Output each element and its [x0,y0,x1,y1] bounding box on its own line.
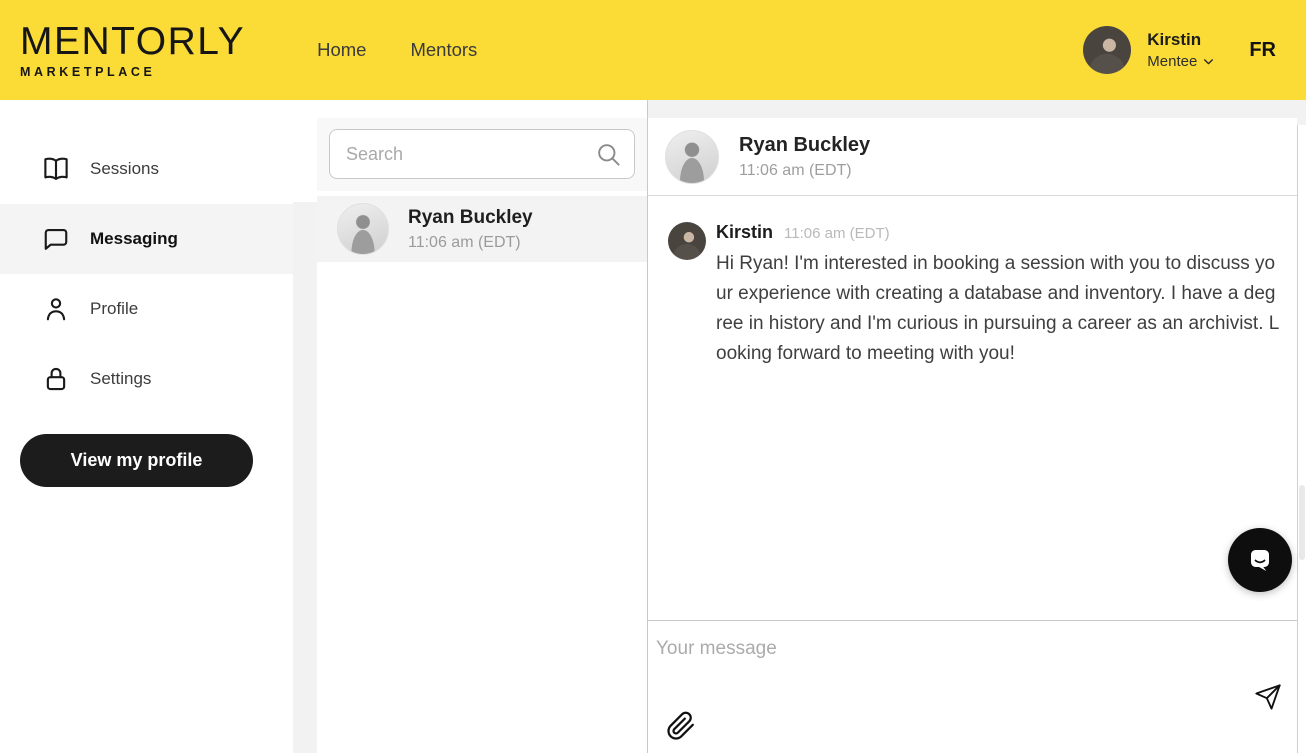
search-panel [317,118,647,191]
header-user-area: Kirstin Mentee FR [1083,26,1290,74]
conversation-name: Ryan Buckley [408,207,533,229]
mentorly-logo[interactable]: MENTORLY MARKETPLACE [20,22,245,79]
app-header: MENTORLY MARKETPLACE Home Mentors Kirsti… [0,0,1306,100]
chat-header-time: 11:06 am (EDT) [739,162,870,180]
message-input[interactable] [648,620,1297,690]
sidebar-label-sessions: Sessions [90,159,159,179]
conversation-item-ryan-buckley[interactable]: Ryan Buckley 11:06 am (EDT) [317,196,647,262]
chat-card: Ryan Buckley 11:06 am (EDT) Kirstin 11:0… [648,118,1297,753]
chevron-down-icon [1202,55,1215,68]
chat-header-avatar [665,130,719,184]
nav-mentors[interactable]: Mentors [410,39,477,61]
sidebar-item-profile[interactable]: Profile [0,274,293,344]
conversation-avatar [337,203,389,255]
chat-bubble-icon [1244,544,1276,576]
view-my-profile-button[interactable]: View my profile [20,434,253,487]
user-name: Kirstin [1147,30,1215,50]
nav-home[interactable]: Home [317,39,366,61]
message-time: 11:06 am (EDT) [784,225,890,242]
sidebar-label-messaging: Messaging [90,229,178,249]
sidebar-menu: Sessions Messaging Profile Settings [0,100,293,414]
logo-subtitle: MARKETPLACE [20,66,245,79]
lock-icon [41,364,71,394]
sidebar-item-settings[interactable]: Settings [0,344,293,414]
chat-panel: Ryan Buckley 11:06 am (EDT) Kirstin 11:0… [647,100,1306,753]
sidebar-item-messaging[interactable]: Messaging [0,204,293,274]
sidebar-item-sessions[interactable]: Sessions [0,134,293,204]
sidebar-label-profile: Profile [90,299,138,319]
chat-header-name: Ryan Buckley [739,134,870,157]
chat-header-info: Ryan Buckley 11:06 am (EDT) [739,134,870,180]
sidebar-label-settings: Settings [90,369,151,389]
language-toggle[interactable]: FR [1249,39,1276,62]
conversation-time: 11:06 am (EDT) [408,234,533,252]
message-composer [648,620,1297,753]
support-chat-launcher[interactable] [1228,528,1292,592]
search-input[interactable] [330,130,634,178]
chat-scrollbar[interactable] [1297,125,1306,753]
message: Kirstin 11:06 am (EDT) Hi Ryan! I'm inte… [648,196,1297,369]
book-icon [41,154,71,184]
person-icon [41,294,71,324]
message-list: Kirstin 11:06 am (EDT) Hi Ryan! I'm inte… [648,196,1297,619]
chat-header: Ryan Buckley 11:06 am (EDT) [648,118,1297,196]
user-avatar[interactable] [1083,26,1131,74]
message-sender: Kirstin [716,222,773,243]
send-icon[interactable] [1254,683,1282,711]
conversations-panel: Ryan Buckley 11:06 am (EDT) [317,100,647,753]
main-nav: Home Mentors [317,39,477,61]
conversation-info: Ryan Buckley 11:06 am (EDT) [408,207,533,252]
composer-divider [648,620,1306,621]
sidebar: Sessions Messaging Profile Settings View… [0,100,293,753]
message-head: Kirstin 11:06 am (EDT) [716,222,1281,243]
message-text: Hi Ryan! I'm interested in booking a ses… [716,249,1281,369]
attachment-icon[interactable] [666,710,696,742]
search-box [329,129,635,179]
user-menu[interactable]: Kirstin Mentee [1147,30,1215,70]
logo-title: MENTORLY [20,22,245,61]
user-role: Mentee [1147,53,1215,70]
column-gap [293,100,317,753]
chat-icon [41,224,71,254]
message-avatar [668,222,706,260]
scrollbar-thumb[interactable] [1299,485,1305,560]
search-icon[interactable] [595,141,622,168]
